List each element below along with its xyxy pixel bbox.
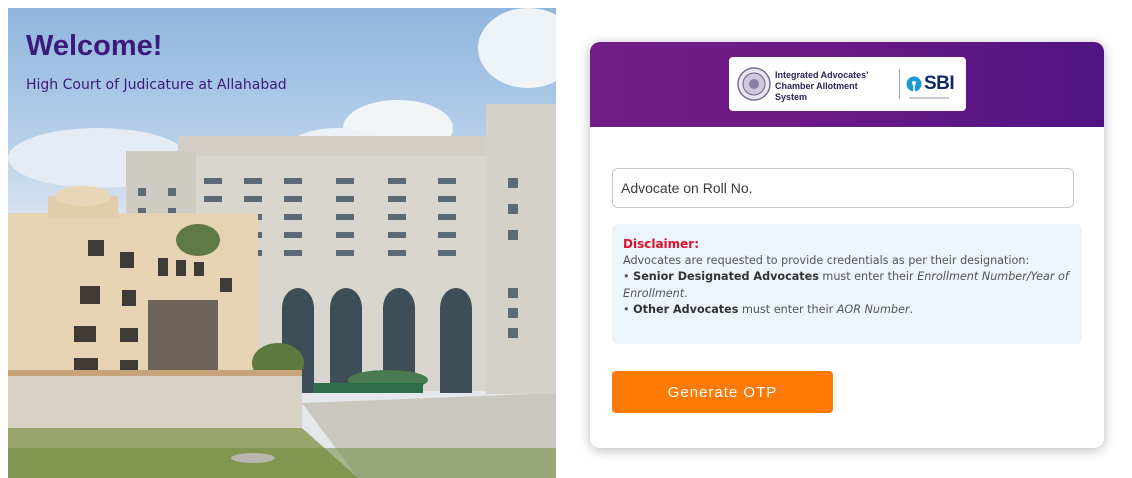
other-label: Other Advocates [633,303,739,317]
logo-line-1: Integrated Advocates' [775,70,869,80]
logo-banner: Integrated Advocates' Chamber Allotment … [729,57,966,111]
logo-line-2: Chamber Allotment System [775,81,858,102]
login-card: Integrated Advocates' Chamber Allotment … [590,42,1104,448]
hero-image: Welcome! High Court of Judicature at All… [8,8,556,478]
disclaimer-senior: • Senior Designated Advocates must enter… [623,270,1069,300]
disclaimer-title: Disclaimer: [623,237,700,251]
logo-divider [899,69,900,99]
court-emblem-icon [737,67,771,101]
welcome-title: Welcome! [26,30,163,62]
roll-number-input[interactable] [612,168,1074,208]
senior-text: must enter their [818,270,918,284]
disclaimer-other: • Other Advocates must enter their AOR N… [623,303,914,317]
senior-label: Senior Designated Advocates [633,270,819,284]
other-field: AOR Number [836,303,910,317]
sbi-keyhole-icon [906,76,922,92]
court-name: High Court of Judicature at Allahabad [26,77,287,93]
generate-otp-button[interactable]: Generate OTP [612,371,833,413]
disclaimer-box: Disclaimer: Advocates are requested to p… [612,224,1082,344]
disclaimer-intro: Advocates are requested to provide crede… [623,253,1030,267]
card-header: Integrated Advocates' Chamber Allotment … [590,42,1104,127]
other-text: must enter their [738,303,837,317]
sbi-text: SBI [924,73,955,94]
sbi-tagline-line [909,97,949,99]
